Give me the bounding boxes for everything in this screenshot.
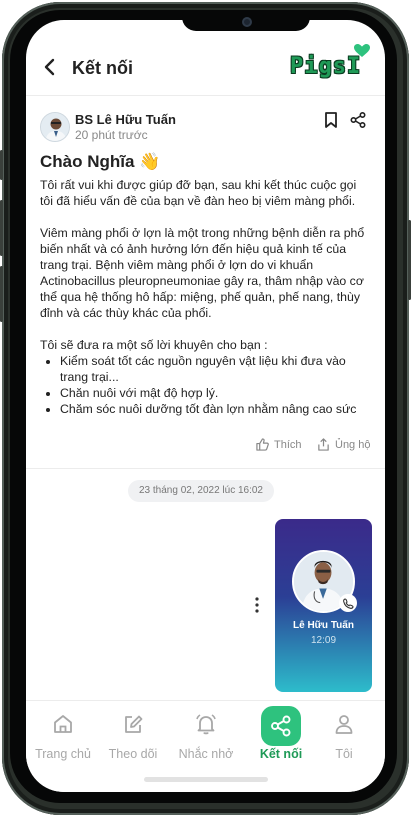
post-greeting: Chào Nghĩa 👋 <box>40 152 161 171</box>
tip-item: Chăm sóc nuôi dưỡng tốt đàn lợn nhằm nân… <box>60 401 372 417</box>
pigsi-logo: PigsI <box>290 54 362 79</box>
nav-item-follow[interactable]: Theo dõi <box>98 701 168 771</box>
logo-heart-icon <box>354 44 370 57</box>
tip-item: Kiểm soát tốt các nguồn nguyên vật liệu … <box>60 353 372 385</box>
camera-dot <box>242 17 252 27</box>
nav-label: Kết nối <box>259 747 303 761</box>
post-paragraph: Tôi sẽ đưa ra một số lời khuyên cho bạn … <box>40 338 268 352</box>
page-title: Kết nối <box>72 58 133 78</box>
nav-label: Nhắc nhở <box>178 747 234 761</box>
section-divider <box>26 468 385 469</box>
user-icon <box>335 715 353 734</box>
nav-item-home[interactable]: Trang chủ <box>28 701 98 771</box>
tips-list: Kiểm soát tốt các nguồn nguyên vật liệu … <box>60 353 372 417</box>
share-nodes-icon <box>271 715 291 737</box>
nav-item-reminder[interactable]: Nhắc nhở <box>171 701 241 771</box>
like-button[interactable]: Thích <box>256 438 302 451</box>
home-icon <box>54 715 72 733</box>
author-avatar[interactable] <box>40 112 70 142</box>
bookmark-icon[interactable] <box>324 112 338 128</box>
support-label: Ủng hộ <box>335 438 371 451</box>
thumbs-up-icon <box>256 438 269 451</box>
post-paragraph: Viêm màng phổi ở lợn là một trong những … <box>40 226 365 320</box>
phone-side-button <box>0 266 3 322</box>
share-icon[interactable] <box>350 112 366 128</box>
bell-icon <box>196 714 216 735</box>
call-badge <box>339 594 357 612</box>
phone-icon <box>343 598 354 609</box>
app-screen: Kết nối PigsI BS Lê Hữu Tuấn 20 phút trư… <box>26 20 385 792</box>
bottom-navigation: Trang chủ Theo dõi Nhắc nhở Kết nối Tôi <box>26 700 385 792</box>
nav-label: Trang chủ <box>35 747 91 761</box>
edit-icon <box>125 715 143 733</box>
post-body: Tôi rất vui khi được giúp đỡ bạn, sau kh… <box>40 177 372 417</box>
nav-item-connect[interactable]: Kết nối <box>246 701 316 771</box>
home-indicator <box>144 777 268 782</box>
post-time: 20 phút trước <box>75 128 148 142</box>
chat-date-separator: 23 tháng 02, 2022 lúc 16:02 <box>128 480 274 502</box>
post-author[interactable]: BS Lê Hữu Tuấn <box>75 112 176 127</box>
post-paragraph: Tôi rất vui khi được giúp đỡ bạn, sau kh… <box>40 178 357 208</box>
phone-side-button <box>0 200 3 256</box>
tip-item: Chăn nuôi với mật độ hợp lý. <box>60 385 372 401</box>
like-label: Thích <box>274 438 302 451</box>
more-vertical-icon[interactable] <box>254 597 260 613</box>
back-arrow-icon[interactable] <box>42 58 58 76</box>
nav-label: Theo dõi <box>108 747 158 761</box>
nav-label: Tôi <box>335 747 353 761</box>
phone-side-button <box>0 150 3 180</box>
call-duration: 12:09 <box>310 635 337 646</box>
upload-share-icon <box>318 438 329 451</box>
caller-name: Lê Hữu Tuấn <box>293 620 354 631</box>
nav-item-profile[interactable]: Tôi <box>309 701 379 771</box>
video-call-card[interactable]: Lê Hữu Tuấn 12:09 <box>275 519 372 692</box>
post-header: BS Lê Hữu Tuấn 20 phút trước <box>40 112 370 146</box>
app-header: Kết nối PigsI <box>26 20 385 96</box>
support-button[interactable]: Ủng hộ <box>317 438 370 451</box>
